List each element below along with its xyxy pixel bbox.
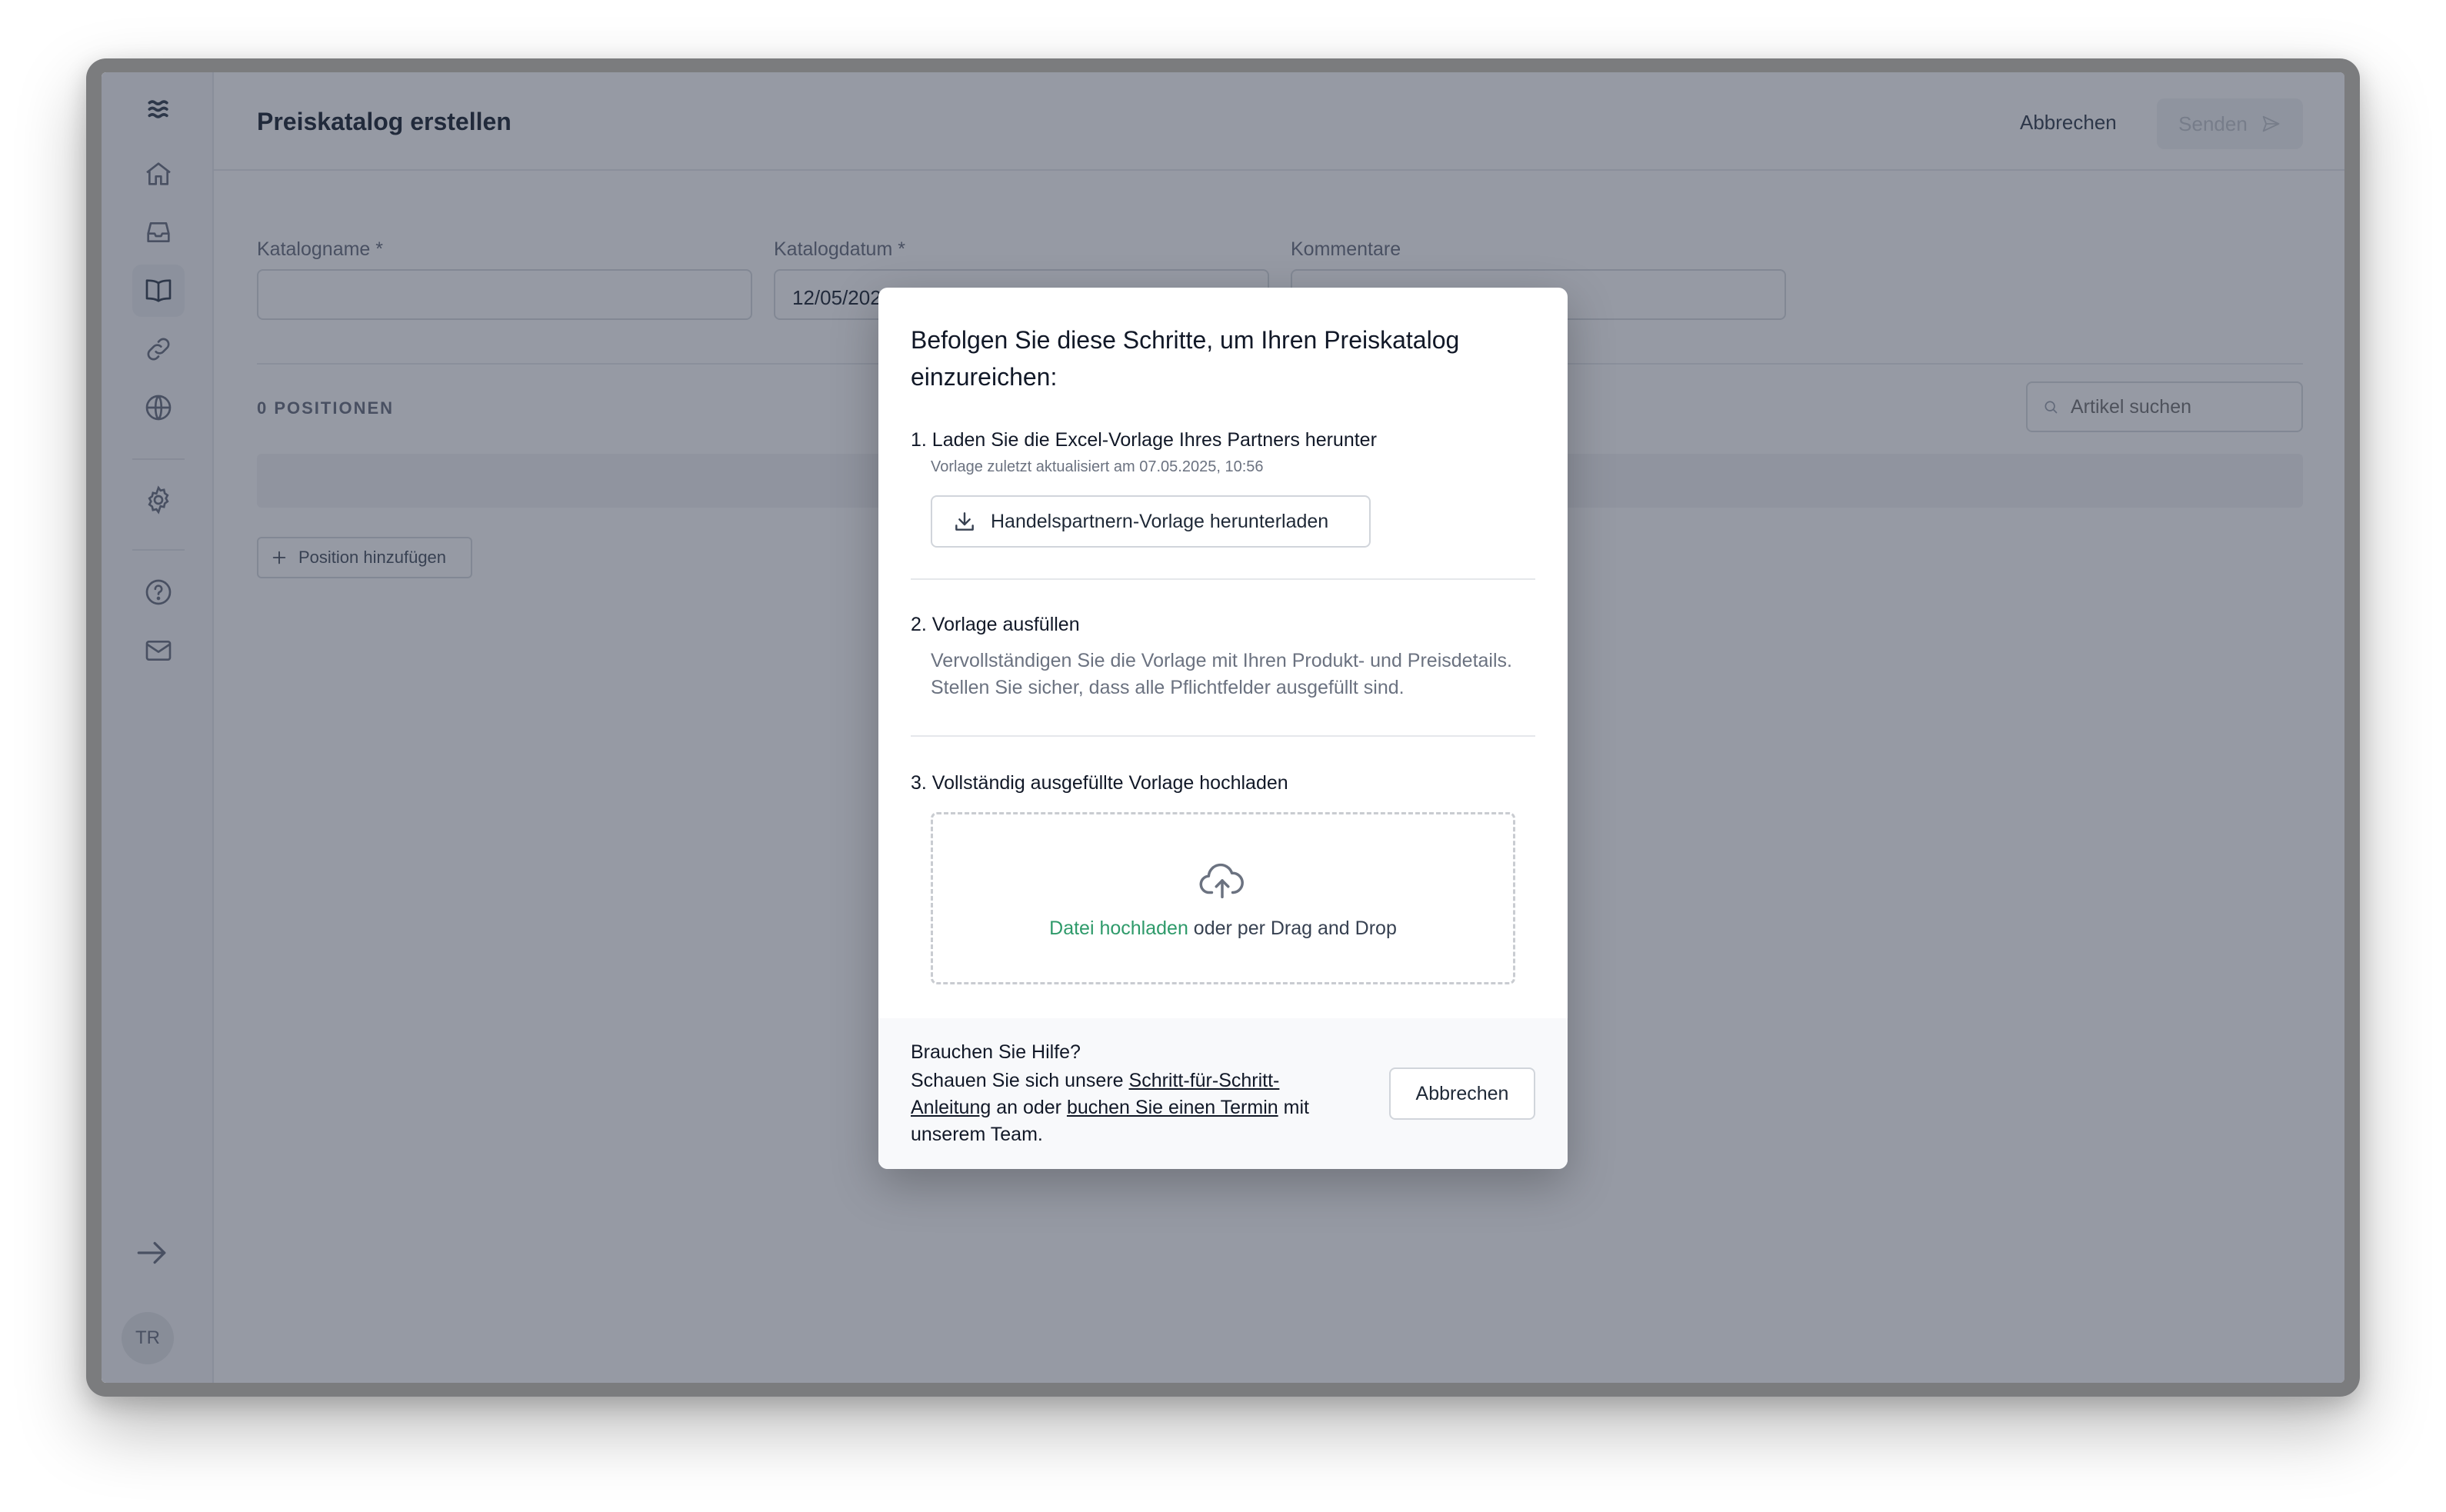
help-text-middle: an oder — [991, 1097, 1067, 1118]
book-appointment-link[interactable]: buchen Sie einen Termin — [1067, 1097, 1278, 1118]
step2-description: Vervollständigen Sie die Vorlage mit Ihr… — [931, 648, 1538, 701]
step-divider — [911, 735, 1535, 737]
help-title: Brauchen Sie Hilfe? — [911, 1041, 1081, 1063]
step-divider — [911, 578, 1535, 580]
dialog-title: Befolgen Sie diese Schritte, um Ihren Pr… — [911, 326, 1460, 391]
help-text-prefix: Schauen Sie sich unsere — [911, 1070, 1129, 1091]
download-template-button[interactable]: Handelspartnern-Vorlage herunterladen — [931, 495, 1371, 548]
upload-file-link[interactable]: Datei hochladen — [1049, 918, 1188, 939]
dropzone-text: Datei hochladen oder per Drag and Drop — [933, 918, 1513, 940]
dialog-footer: Brauchen Sie Hilfe? Schauen Sie sich uns… — [878, 1018, 1568, 1169]
step3-title: 3. Vollständig ausgefüllte Vorlage hochl… — [911, 772, 1288, 794]
help-text: Schauen Sie sich unsere Schritt-für-Schr… — [911, 1067, 1341, 1148]
step2-description-line1: Vervollständigen Sie die Vorlage mit Ihr… — [931, 650, 1512, 671]
file-dropzone[interactable]: Datei hochladen oder per Drag and Drop — [931, 812, 1515, 984]
download-icon — [955, 512, 974, 531]
step1-title: 1. Laden Sie die Excel-Vorlage Ihres Par… — [911, 429, 1377, 451]
upload-steps-dialog: Befolgen Sie diese Schritte, um Ihren Pr… — [878, 288, 1568, 1169]
dialog-cancel-button[interactable]: Abbrechen — [1389, 1067, 1535, 1120]
dropzone-hint: oder per Drag and Drop — [1188, 918, 1397, 939]
download-template-label: Handelspartnern-Vorlage herunterladen — [991, 510, 1329, 532]
step2-description-line2: Stellen Sie sicher, dass alle Pflichtfel… — [931, 677, 1405, 698]
step1-subtitle: Vorlage zuletzt aktualisiert am 07.05.20… — [931, 458, 1264, 475]
cloud-upload-icon — [1199, 863, 1244, 899]
step2-title: 2. Vorlage ausfüllen — [911, 614, 1080, 635]
